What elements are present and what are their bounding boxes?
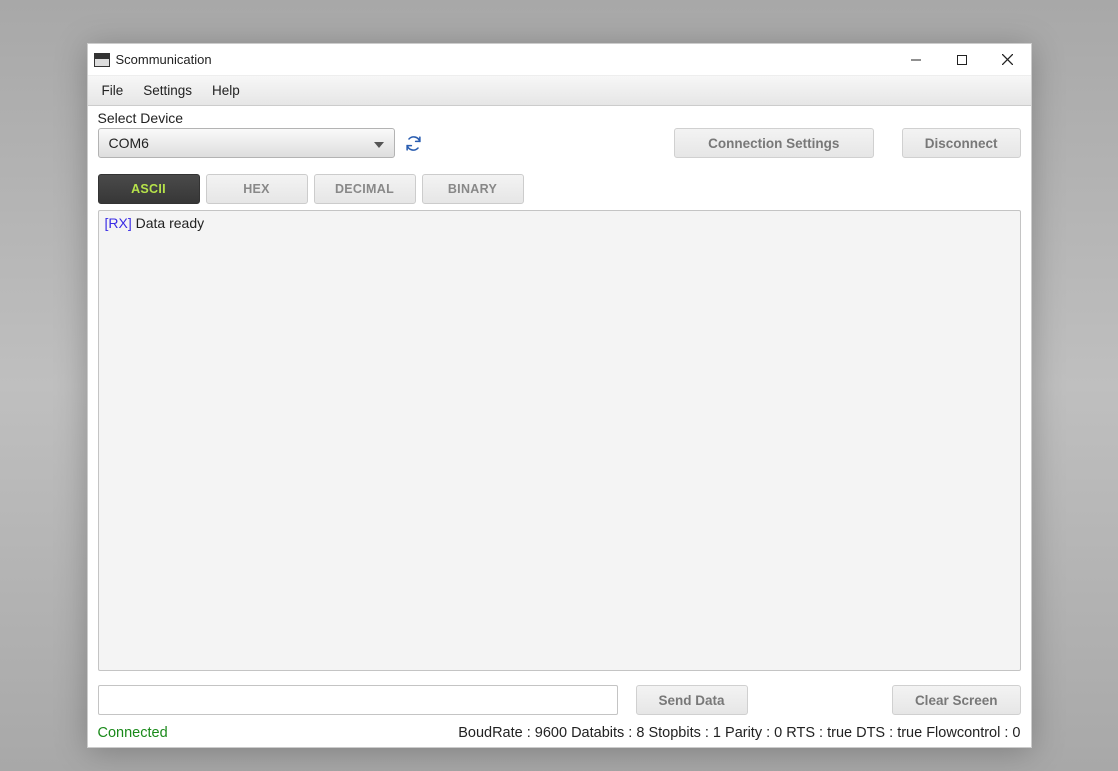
menubar: File Settings Help [88, 76, 1031, 106]
window-controls [893, 44, 1031, 76]
titlebar: Scommunication [88, 44, 1031, 76]
chevron-down-icon [374, 135, 384, 151]
connection-settings-button[interactable]: Connection Settings [674, 128, 874, 158]
rx-prefix: [RX] [105, 215, 132, 231]
close-button[interactable] [985, 44, 1031, 76]
app-window: Scommunication File Settings Help Select… [87, 43, 1032, 748]
tab-decimal[interactable]: DECIMAL [314, 174, 416, 204]
format-tabs: ASCII HEX DECIMAL BINARY [98, 174, 1021, 204]
status-bar: Connected BoudRate : 9600 Databits : 8 S… [98, 725, 1021, 741]
console-line: [RX] Data ready [105, 215, 1014, 231]
content-area: Select Device COM6 Connection Settings D… [88, 106, 1031, 747]
tab-hex[interactable]: HEX [206, 174, 308, 204]
send-data-button[interactable]: Send Data [636, 685, 748, 715]
refresh-icon[interactable] [405, 135, 422, 152]
menu-file[interactable]: File [92, 79, 134, 102]
clear-screen-button[interactable]: Clear Screen [892, 685, 1021, 715]
send-row: Send Data Clear Screen [98, 685, 1021, 715]
device-row: COM6 Connection Settings Disconnect [98, 128, 1021, 158]
status-detail: BoudRate : 9600 Databits : 8 Stopbits : … [458, 725, 1020, 741]
tab-binary[interactable]: BINARY [422, 174, 524, 204]
send-input[interactable] [98, 685, 618, 715]
menu-help[interactable]: Help [202, 79, 250, 102]
app-icon [94, 53, 110, 67]
console-output[interactable]: [RX] Data ready [98, 210, 1021, 671]
select-device-label: Select Device [98, 110, 1021, 126]
device-selected-value: COM6 [109, 135, 149, 151]
maximize-button[interactable] [939, 44, 985, 76]
minimize-button[interactable] [893, 44, 939, 76]
console-text: Data ready [132, 215, 204, 231]
device-combobox[interactable]: COM6 [98, 128, 395, 158]
tab-ascii[interactable]: ASCII [98, 174, 200, 204]
disconnect-button[interactable]: Disconnect [902, 128, 1021, 158]
status-connected: Connected [98, 725, 168, 741]
menu-settings[interactable]: Settings [133, 79, 202, 102]
window-title: Scommunication [116, 52, 212, 67]
